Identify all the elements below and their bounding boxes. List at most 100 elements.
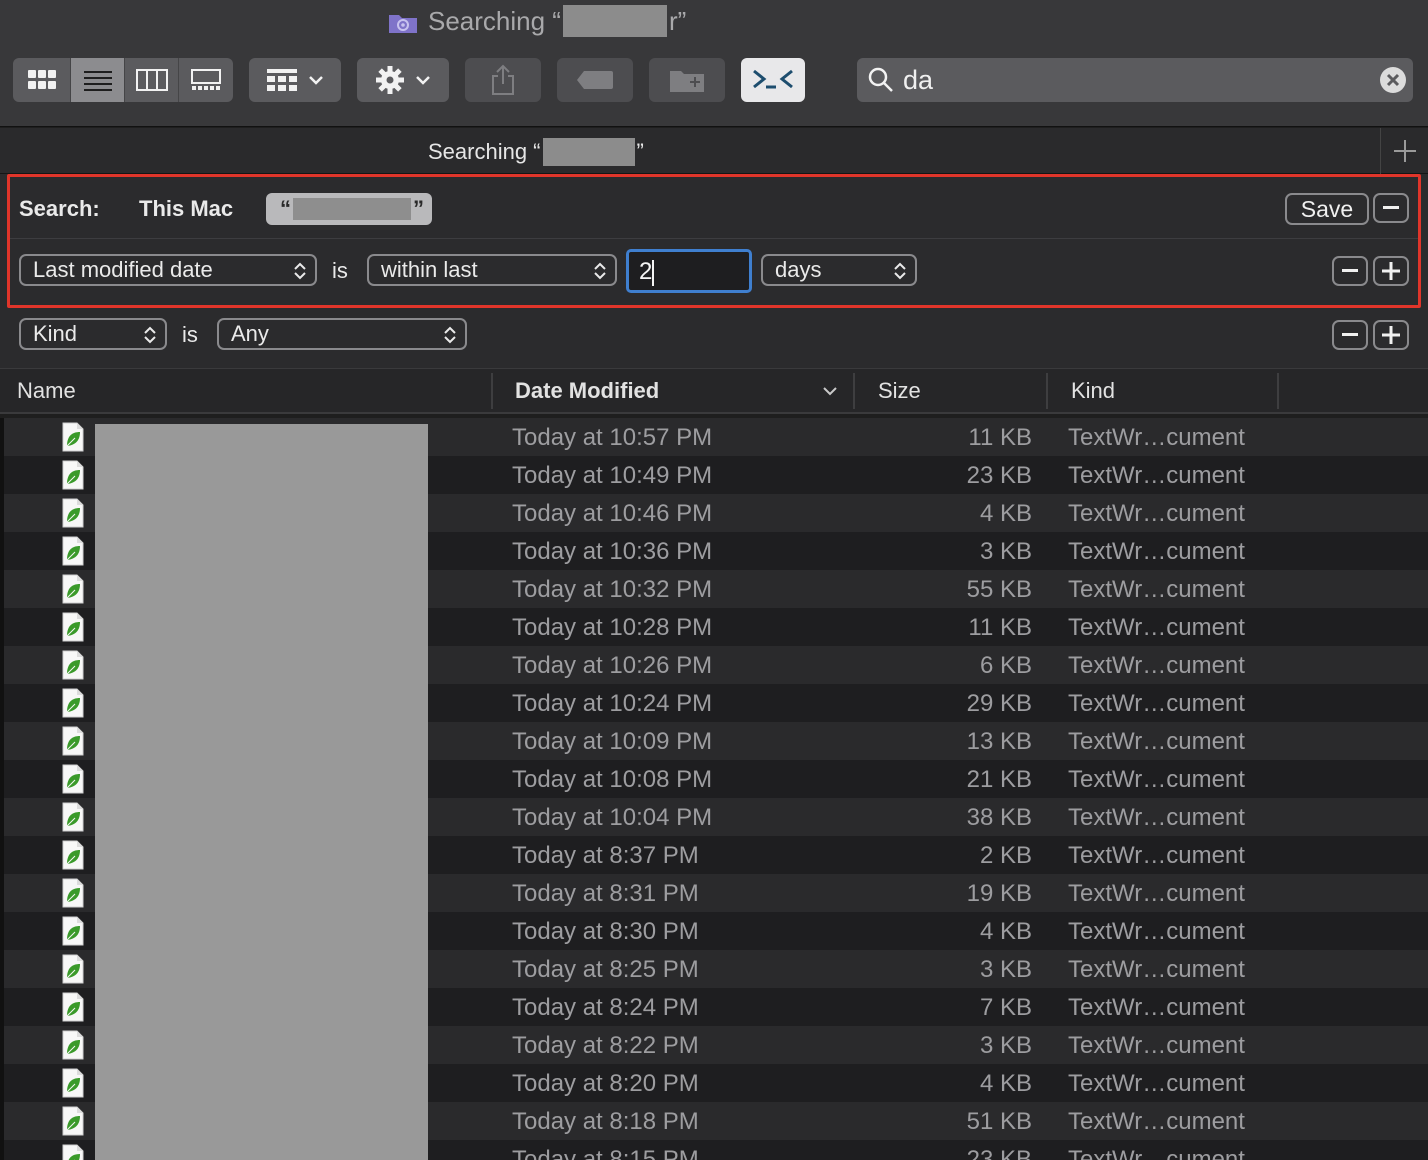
textedit-document-icon bbox=[62, 460, 84, 490]
column-header-kind[interactable]: Kind bbox=[1071, 369, 1115, 413]
updown-chevron-icon bbox=[144, 326, 156, 344]
icon-view-button[interactable] bbox=[13, 58, 71, 102]
rule2-attribute-popup[interactable]: Kind bbox=[19, 318, 167, 350]
chevron-down-icon bbox=[416, 76, 430, 85]
file-kind: TextWr…cument bbox=[1068, 842, 1245, 869]
rule2-is-label: is bbox=[182, 322, 198, 347]
scope-folder-prefix: “ bbox=[280, 196, 291, 221]
textedit-document-icon bbox=[62, 954, 84, 984]
columns-icon bbox=[135, 69, 168, 91]
file-kind: TextWr…cument bbox=[1068, 766, 1245, 793]
file-kind: TextWr…cument bbox=[1068, 500, 1245, 527]
new-folder-icon bbox=[670, 71, 704, 92]
file-size: 4 KB bbox=[979, 918, 1032, 945]
plus-icon bbox=[1382, 262, 1400, 280]
new-folder-button[interactable] bbox=[649, 58, 725, 102]
file-size: 38 KB bbox=[966, 804, 1032, 831]
column-view-button[interactable] bbox=[125, 58, 179, 102]
divider bbox=[10, 238, 1418, 239]
rule2-value-label: Any bbox=[231, 321, 269, 346]
file-size: 2 KB bbox=[979, 842, 1032, 869]
list-header: Name Date Modified Size Kind bbox=[0, 368, 1428, 414]
terminal-button[interactable] bbox=[741, 58, 805, 102]
tab-title-suffix: ” bbox=[636, 139, 644, 164]
search-field[interactable]: da bbox=[857, 58, 1413, 102]
rule1-remove-button[interactable] bbox=[1332, 256, 1368, 286]
icon-grid-icon bbox=[27, 70, 56, 89]
textedit-document-icon bbox=[62, 498, 84, 528]
rule1-operator-popup[interactable]: within last bbox=[367, 254, 617, 286]
remove-scope-button[interactable] bbox=[1373, 193, 1409, 223]
minus-icon bbox=[1342, 333, 1358, 336]
file-date-modified: Today at 10:46 PM bbox=[512, 500, 713, 527]
file-date-modified: Today at 8:30 PM bbox=[512, 918, 699, 945]
rule1-add-button[interactable] bbox=[1373, 256, 1409, 286]
textedit-document-icon bbox=[62, 1106, 84, 1136]
sort-descending-icon[interactable] bbox=[822, 386, 838, 396]
column-divider[interactable] bbox=[1046, 373, 1048, 409]
new-tab-button[interactable] bbox=[1380, 128, 1428, 174]
tags-button[interactable] bbox=[557, 58, 633, 102]
file-size: 7 KB bbox=[979, 994, 1032, 1021]
file-kind: TextWr…cument bbox=[1068, 1146, 1245, 1160]
share-icon bbox=[492, 64, 514, 95]
file-size: 4 KB bbox=[979, 500, 1032, 527]
rule1-value: 2 bbox=[639, 258, 653, 285]
text-cursor bbox=[652, 259, 655, 286]
group-grid-icon bbox=[267, 69, 297, 91]
file-size: 3 KB bbox=[979, 1032, 1032, 1059]
textedit-document-icon bbox=[62, 422, 84, 452]
rule1-attribute-label: Last modified date bbox=[33, 257, 213, 282]
file-kind: TextWr…cument bbox=[1068, 576, 1245, 603]
action-menu-button[interactable] bbox=[357, 58, 449, 102]
rule1-attribute-popup[interactable]: Last modified date bbox=[19, 254, 317, 286]
rule2-remove-button[interactable] bbox=[1332, 320, 1368, 350]
search-query[interactable]: da bbox=[903, 65, 933, 96]
rule2-attribute-label: Kind bbox=[33, 321, 78, 346]
rule2-add-button[interactable] bbox=[1373, 320, 1409, 350]
column-header-date-modified[interactable]: Date Modified bbox=[515, 369, 659, 413]
textedit-document-icon bbox=[62, 1030, 84, 1060]
rule1-operator-label: within last bbox=[381, 257, 478, 282]
file-size: 21 KB bbox=[966, 766, 1032, 793]
file-size: 19 KB bbox=[966, 880, 1032, 907]
gallery-view-button[interactable] bbox=[179, 58, 233, 102]
redacted-region bbox=[562, 5, 667, 37]
file-date-modified: Today at 10:26 PM bbox=[512, 652, 713, 679]
save-search-button[interactable]: Save bbox=[1285, 193, 1369, 225]
file-kind: TextWr…cument bbox=[1068, 1108, 1245, 1135]
rule2-value-popup[interactable]: Any bbox=[217, 318, 467, 350]
updown-chevron-icon bbox=[294, 262, 306, 280]
scope-folder-button[interactable]: “ ” bbox=[266, 193, 432, 225]
file-date-modified: Today at 10:49 PM bbox=[512, 462, 713, 489]
column-header-size[interactable]: Size bbox=[878, 369, 921, 413]
file-date-modified: Today at 8:15 PM bbox=[512, 1146, 699, 1160]
list-view-button[interactable] bbox=[71, 58, 125, 102]
column-divider[interactable] bbox=[853, 373, 855, 409]
smart-folder-icon bbox=[388, 10, 418, 33]
file-date-modified: Today at 8:37 PM bbox=[512, 842, 699, 869]
group-by-button[interactable] bbox=[249, 58, 341, 102]
rule1-unit-popup[interactable]: days bbox=[761, 254, 917, 286]
search-scope-label: Search: bbox=[19, 196, 100, 221]
scope-this-mac[interactable]: This Mac bbox=[139, 196, 233, 222]
column-divider[interactable] bbox=[491, 373, 493, 409]
clear-search-button[interactable] bbox=[1379, 66, 1407, 99]
column-divider[interactable] bbox=[1277, 373, 1279, 409]
column-header-name[interactable]: Name bbox=[17, 369, 76, 413]
file-size: 11 KB bbox=[968, 424, 1032, 451]
textedit-document-icon bbox=[62, 536, 84, 566]
plus-icon bbox=[1393, 140, 1416, 162]
gear-icon bbox=[376, 66, 404, 94]
file-kind: TextWr…cument bbox=[1068, 614, 1245, 641]
tab-searching[interactable]: Searching “ ” bbox=[428, 138, 644, 166]
file-size: 29 KB bbox=[966, 690, 1032, 717]
rule1-value-field[interactable]: 2 bbox=[626, 249, 752, 293]
share-button[interactable] bbox=[465, 58, 541, 102]
updown-chevron-icon bbox=[594, 262, 606, 280]
window-title: Searching “ r” bbox=[388, 4, 686, 38]
list-icon bbox=[83, 71, 112, 91]
file-size: 23 KB bbox=[966, 1146, 1032, 1160]
file-kind: TextWr…cument bbox=[1068, 652, 1245, 679]
file-size: 13 KB bbox=[966, 728, 1032, 755]
